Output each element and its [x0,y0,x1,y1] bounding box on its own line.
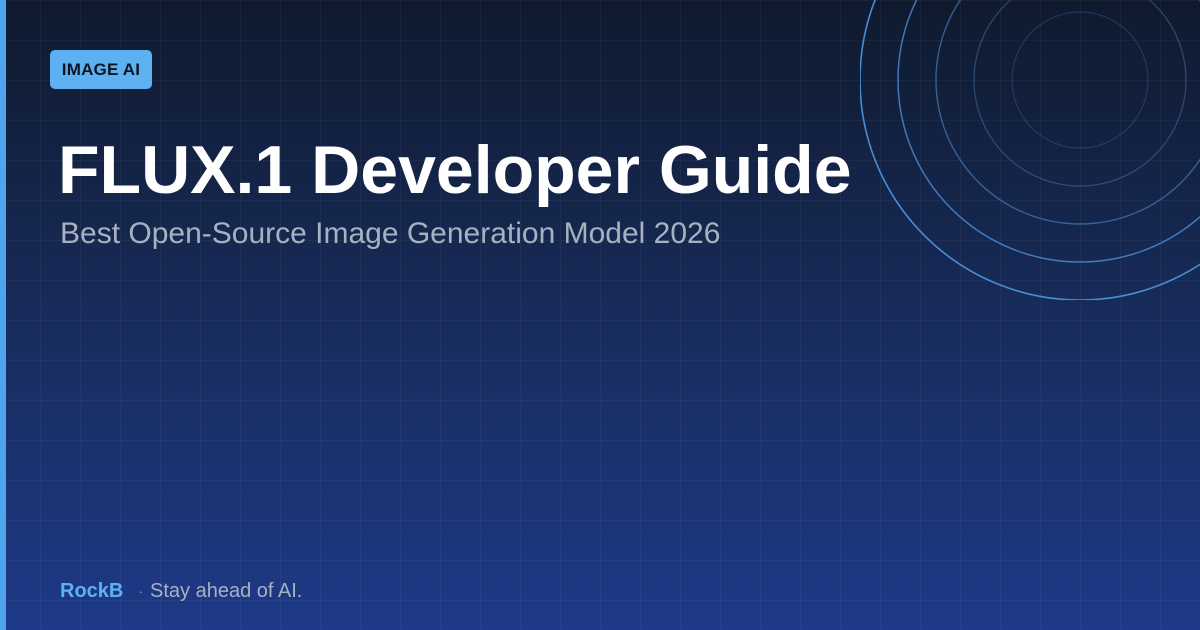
tagline: Stay ahead of AI. [150,579,303,602]
separator-dot: · [138,583,144,599]
brand-name: RockB [60,579,124,602]
social-card: IMAGE AI FLUX.1 Developer Guide Best Ope… [0,0,1200,630]
footer: RockB · Stay ahead of AI. [60,576,302,606]
page-title: FLUX.1 Developer Guide [58,132,852,208]
category-badge: IMAGE AI [50,50,152,89]
page-subtitle: Best Open-Source Image Generation Model … [60,217,721,250]
left-accent-bar [0,0,6,630]
concentric-rings-decoration [860,0,1200,300]
